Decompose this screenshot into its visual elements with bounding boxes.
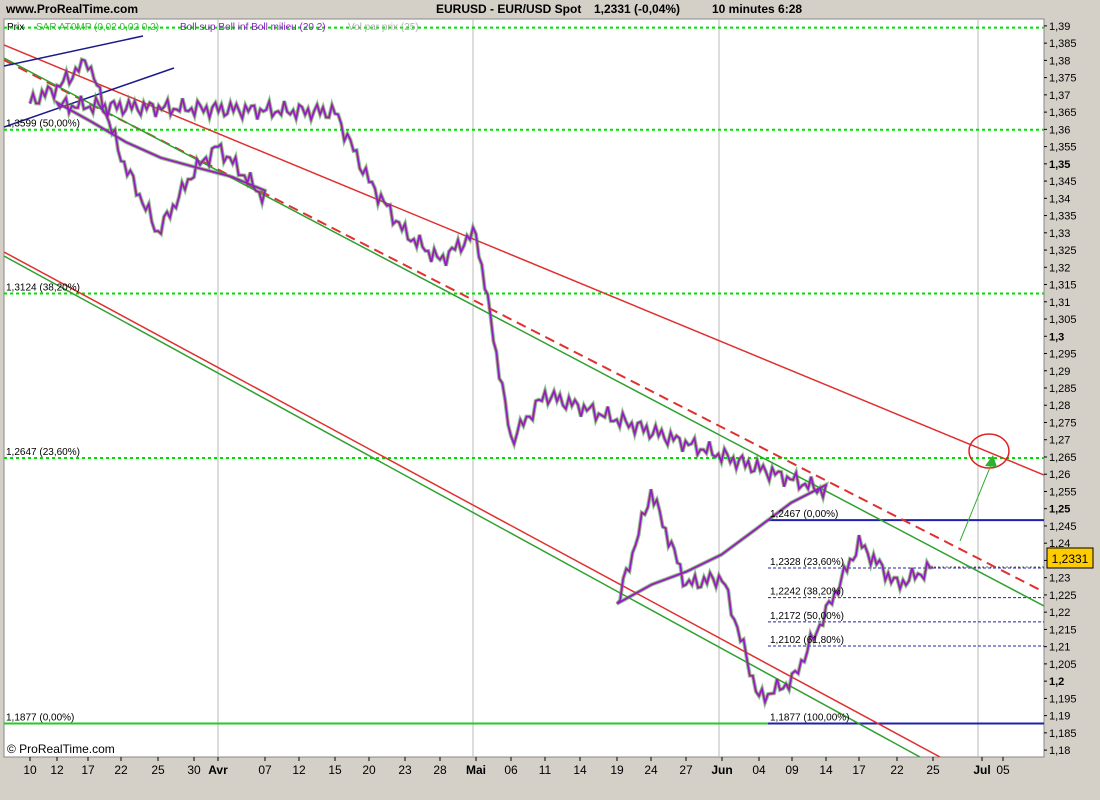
retracement-label: 1,2242 (38,20%) bbox=[770, 587, 844, 598]
y-tick-label: 1,205 bbox=[1049, 659, 1077, 671]
retracement-label: 1,2102 (61,80%) bbox=[770, 635, 844, 646]
retracement-label: 1,1877 (100,00%) bbox=[770, 713, 850, 724]
y-tick-label: 1,225 bbox=[1049, 590, 1077, 602]
y-tick-label: 1,185 bbox=[1049, 728, 1077, 740]
y-tick-label: 1,285 bbox=[1049, 383, 1077, 395]
x-tick-label: Mai bbox=[466, 763, 486, 777]
x-tick-label: 17 bbox=[852, 763, 866, 777]
y-tick-label: 1,295 bbox=[1049, 349, 1077, 361]
y-tick-label: 1,39 bbox=[1049, 21, 1070, 33]
y-tick-label: 1,29 bbox=[1049, 366, 1070, 378]
y-tick-label: 1,215 bbox=[1049, 624, 1077, 636]
x-tick-label: 22 bbox=[890, 763, 904, 777]
y-tick-label: 1,355 bbox=[1049, 142, 1077, 154]
fib-level-label: 1,3599 (50,00%) bbox=[6, 119, 80, 130]
y-tick-label: 1,195 bbox=[1049, 693, 1077, 705]
x-tick-label: 06 bbox=[504, 763, 518, 777]
y-tick-label: 1,245 bbox=[1049, 521, 1077, 533]
x-tick-label: 27 bbox=[679, 763, 693, 777]
x-tick-label: Jul bbox=[973, 763, 990, 777]
x-tick-label: 23 bbox=[398, 763, 412, 777]
y-tick-label: 1,3 bbox=[1049, 331, 1064, 343]
y-tick-label: 1,345 bbox=[1049, 176, 1077, 188]
y-tick-label: 1,22 bbox=[1049, 607, 1070, 619]
x-tick-label: Avr bbox=[208, 763, 228, 777]
x-tick-label: 11 bbox=[539, 763, 552, 777]
y-tick-label: 1,265 bbox=[1049, 452, 1077, 464]
footer-copyright: © ProRealTime.com bbox=[7, 742, 115, 756]
x-tick-label: 22 bbox=[114, 763, 128, 777]
legend-sar: SAR AT0MP (0,02 0,02 0,2) bbox=[36, 22, 159, 33]
x-tick-label: 25 bbox=[926, 763, 940, 777]
x-tick-label: 14 bbox=[819, 763, 833, 777]
y-tick-label: 1,325 bbox=[1049, 245, 1077, 257]
y-tick-label: 1,375 bbox=[1049, 73, 1077, 85]
y-tick-label: 1,31 bbox=[1049, 297, 1070, 309]
fib-level-label: 1,3124 (38,20%) bbox=[6, 283, 80, 294]
x-tick-label: 05 bbox=[996, 763, 1010, 777]
y-tick-label: 1,35 bbox=[1049, 159, 1070, 171]
legend-boll: Boll sup Boll inf Boll milieu (20 2) bbox=[180, 22, 326, 33]
retracement-label: 1,2467 (0,00%) bbox=[770, 509, 838, 520]
current-price-tag: 1,2331 bbox=[1046, 547, 1094, 569]
x-tick-label: 04 bbox=[752, 763, 766, 777]
y-tick-label: 1,2 bbox=[1049, 676, 1064, 688]
y-tick-label: 1,385 bbox=[1049, 38, 1077, 50]
x-tick-label: 07 bbox=[258, 763, 272, 777]
x-tick-label: 12 bbox=[292, 763, 306, 777]
y-tick-label: 1,33 bbox=[1049, 228, 1070, 240]
x-tick-label: 28 bbox=[433, 763, 447, 777]
x-tick-label: 12 bbox=[50, 763, 64, 777]
legend-prix: Prix bbox=[7, 22, 24, 33]
current-price-value: 1,2331 bbox=[1052, 552, 1089, 566]
retracement-label: 1,2328 (23,60%) bbox=[770, 557, 844, 568]
x-tick-label: 19 bbox=[610, 763, 624, 777]
y-tick-label: 1,19 bbox=[1049, 711, 1070, 723]
legend-vol: Vol par prix (25) bbox=[348, 22, 419, 33]
retracement-label: 1,2172 (50,00%) bbox=[770, 611, 844, 622]
x-tick-label: 24 bbox=[644, 763, 658, 777]
y-tick-label: 1,37 bbox=[1049, 90, 1070, 102]
y-tick-label: 1,305 bbox=[1049, 314, 1077, 326]
x-tick-label: 20 bbox=[362, 763, 376, 777]
y-tick-label: 1,23 bbox=[1049, 573, 1070, 585]
y-tick-label: 1,365 bbox=[1049, 107, 1077, 119]
y-tick-label: 1,21 bbox=[1049, 642, 1070, 654]
x-tick-label: 17 bbox=[81, 763, 95, 777]
x-tick-label: 30 bbox=[187, 763, 201, 777]
y-tick-label: 1,27 bbox=[1049, 435, 1070, 447]
y-tick-label: 1,38 bbox=[1049, 55, 1070, 67]
y-tick-label: 1,25 bbox=[1049, 504, 1070, 516]
y-tick-label: 1,275 bbox=[1049, 417, 1077, 429]
x-tick-label: 25 bbox=[151, 763, 165, 777]
x-tick-label: 09 bbox=[785, 763, 799, 777]
y-tick-label: 1,18 bbox=[1049, 745, 1070, 757]
fib-level-label: 1,1877 (0,00%) bbox=[6, 713, 74, 724]
chart-window: www.ProRealTime.com EURUSD - EUR/USD Spo… bbox=[0, 0, 1100, 800]
x-tick-label: 15 bbox=[328, 763, 342, 777]
y-tick-label: 1,28 bbox=[1049, 400, 1070, 412]
price-chart[interactable]: 1,3599 (50,00%) 1,3124 (38,20%) 1,2647 (23… bbox=[0, 0, 1100, 800]
y-tick-label: 1,255 bbox=[1049, 486, 1077, 498]
x-tick-label: 14 bbox=[573, 763, 587, 777]
x-tick-label: Jun bbox=[711, 763, 732, 777]
y-tick-label: 1,36 bbox=[1049, 124, 1070, 136]
y-tick-label: 1,34 bbox=[1049, 193, 1070, 205]
x-tick-label: 10 bbox=[23, 763, 37, 777]
y-tick-label: 1,26 bbox=[1049, 469, 1070, 481]
y-tick-label: 1,315 bbox=[1049, 280, 1077, 292]
y-tick-label: 1,32 bbox=[1049, 262, 1070, 274]
fib-level-label: 1,2647 (23,60%) bbox=[6, 447, 80, 458]
y-tick-label: 1,335 bbox=[1049, 211, 1077, 223]
